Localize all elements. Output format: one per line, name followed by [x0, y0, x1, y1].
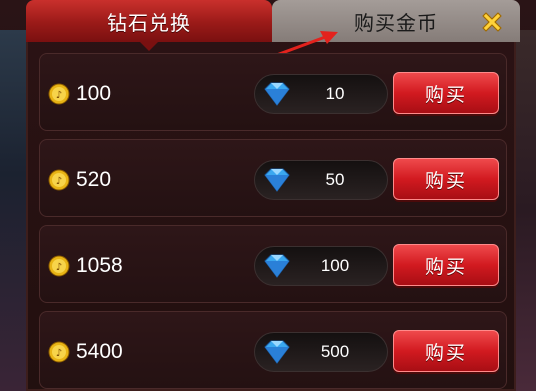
tab-diamond-exchange[interactable]: 钻石兑换 — [26, 0, 272, 51]
svg-text:♪: ♪ — [56, 90, 62, 101]
list-item: ♪ 5400 500 购买 — [39, 311, 507, 389]
gold-coin-icon: ♪ — [48, 83, 70, 105]
buy-button[interactable]: 购买 — [393, 244, 499, 286]
diamond-icon — [264, 340, 290, 364]
buy-button-label: 购买 — [424, 341, 467, 364]
gold-coin-icon: ♪ — [48, 169, 70, 191]
coin-amount: 1058 — [76, 254, 123, 277]
coin-amount: 5400 — [76, 340, 123, 363]
tab-buy-gold-label: 购买金币 — [354, 10, 438, 35]
svg-text:♪: ♪ — [56, 348, 62, 359]
tab-diamond-exchange-label: 钻石兑换 — [107, 10, 191, 35]
gold-coin-icon: ♪ — [48, 341, 70, 363]
buy-button-label: 购买 — [424, 169, 467, 192]
diamond-price-value: 500 — [320, 342, 350, 361]
coin-amount: 100 — [76, 82, 112, 105]
gold-shop-screen: 钻石兑换 购买金币 ♪ 100 10 购买 ♪ 520 50 购买 ♪ 1058… — [0, 0, 536, 391]
buy-button[interactable]: 购买 — [393, 158, 499, 200]
diamond-icon — [264, 168, 290, 192]
close-button[interactable] — [476, 6, 508, 38]
buy-button-label: 购买 — [424, 83, 467, 106]
buy-button[interactable]: 购买 — [393, 72, 499, 114]
diamond-icon — [264, 254, 290, 278]
svg-text:♪: ♪ — [56, 176, 62, 187]
diamond-price: 10 — [254, 74, 388, 114]
svg-text:♪: ♪ — [56, 262, 62, 273]
background-right-edge — [516, 30, 536, 391]
gold-coin-icon: ♪ — [48, 255, 70, 277]
list-item: ♪ 520 50 购买 — [39, 139, 507, 217]
diamond-price-value: 50 — [325, 170, 345, 189]
list-item: ♪ 100 10 购买 — [39, 53, 507, 131]
diamond-price-value: 100 — [320, 256, 350, 275]
buy-button[interactable]: 购买 — [393, 330, 499, 372]
background-left-edge — [0, 30, 26, 391]
coin-amount: 520 — [76, 168, 112, 191]
diamond-price-value: 10 — [325, 84, 345, 103]
diamond-price: 50 — [254, 160, 388, 200]
list-item: ♪ 1058 100 购买 — [39, 225, 507, 303]
close-icon — [482, 12, 502, 32]
buy-button-label: 购买 — [424, 255, 467, 278]
diamond-price: 100 — [254, 246, 388, 286]
diamond-icon — [264, 82, 290, 106]
diamond-price: 500 — [254, 332, 388, 372]
